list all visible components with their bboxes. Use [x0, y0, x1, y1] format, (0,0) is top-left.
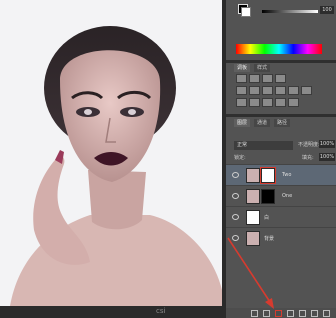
- layer-row[interactable]: One: [226, 185, 336, 206]
- curves-icon[interactable]: [262, 74, 273, 83]
- eye-icon[interactable]: [232, 172, 239, 178]
- eye-icon[interactable]: [232, 235, 239, 241]
- opacity-input[interactable]: 100%: [319, 140, 335, 148]
- document-canvas[interactable]: csi: [0, 0, 226, 318]
- adjustment-icon[interactable]: [287, 309, 294, 317]
- layer-name[interactable]: Two: [282, 172, 291, 178]
- layer-thumbnail: [246, 189, 260, 204]
- trash-icon[interactable]: [323, 309, 330, 317]
- color-balance-icon[interactable]: [262, 86, 273, 95]
- panel-divider: [226, 60, 336, 63]
- layer-name[interactable]: One: [282, 193, 292, 199]
- color-spectrum[interactable]: [236, 44, 322, 54]
- status-bar: [0, 306, 226, 318]
- photo-filter-icon[interactable]: [288, 86, 299, 95]
- color-slider[interactable]: [262, 10, 318, 13]
- tab-swatches[interactable]: 调板: [234, 64, 251, 72]
- selective-color-icon[interactable]: [288, 98, 299, 107]
- link-icon[interactable]: [251, 309, 258, 317]
- exposure-icon[interactable]: [275, 74, 286, 83]
- hue-saturation-icon[interactable]: [249, 86, 260, 95]
- black-white-icon[interactable]: [275, 86, 286, 95]
- brightness-icon[interactable]: [236, 74, 247, 83]
- channel-mixer-icon[interactable]: [301, 86, 312, 95]
- levels-icon[interactable]: [249, 74, 260, 83]
- tab-paths[interactable]: 路径: [274, 119, 291, 127]
- fill-label: 填充:: [302, 155, 314, 161]
- layers-tabs: 图层 通道 路径: [234, 119, 291, 127]
- layer-row[interactable]: 背景: [226, 227, 336, 248]
- fill-input[interactable]: 100%: [319, 153, 335, 161]
- layer-row[interactable]: 白: [226, 206, 336, 227]
- adjustments-tabs: 调板 样式: [234, 64, 271, 72]
- adjustments-grid: [236, 74, 320, 108]
- invert-icon[interactable]: [236, 98, 247, 107]
- portrait-illustration: [10, 26, 222, 306]
- mask-icon[interactable]: [275, 309, 282, 317]
- layer-mask-thumbnail[interactable]: [261, 189, 275, 204]
- fx-icon[interactable]: [263, 309, 270, 317]
- layer-thumbnail: [246, 210, 260, 225]
- blend-mode-select[interactable]: 正常: [234, 141, 293, 150]
- layer-name[interactable]: 背景: [264, 235, 274, 242]
- panel-divider: [226, 114, 336, 117]
- group-icon[interactable]: [299, 309, 306, 317]
- eye-icon[interactable]: [232, 193, 239, 199]
- new-layer-icon[interactable]: [311, 309, 318, 317]
- posterize-icon[interactable]: [249, 98, 260, 107]
- tab-channels[interactable]: 通道: [254, 119, 271, 127]
- gradient-map-icon[interactable]: [275, 98, 286, 107]
- tab-styles[interactable]: 样式: [254, 64, 271, 72]
- lock-label: 锁定:: [234, 155, 246, 161]
- layer-name[interactable]: 白: [264, 214, 269, 221]
- eye-icon[interactable]: [232, 214, 239, 220]
- layer-mask-thumbnail[interactable]: [260, 167, 276, 184]
- watermark: csi: [156, 307, 166, 315]
- background-color-swatch[interactable]: [241, 7, 251, 17]
- layer-thumbnail: [246, 168, 260, 183]
- threshold-icon[interactable]: [262, 98, 273, 107]
- opacity-label: 不透明度:: [298, 142, 320, 148]
- layer-thumbnail: [246, 231, 260, 246]
- right-panel-dock: 100 调板 样式 图层 通道 路径 正常 不透明度: 100% 锁定: 填充:…: [226, 0, 336, 318]
- vibrance-icon[interactable]: [236, 86, 247, 95]
- portrait-photo: [0, 0, 222, 306]
- layer-row[interactable]: Two: [226, 164, 336, 185]
- tab-layers[interactable]: 图层: [234, 119, 251, 127]
- color-slider-value[interactable]: 100: [320, 6, 334, 14]
- layers-bottom-toolbar: [226, 308, 336, 318]
